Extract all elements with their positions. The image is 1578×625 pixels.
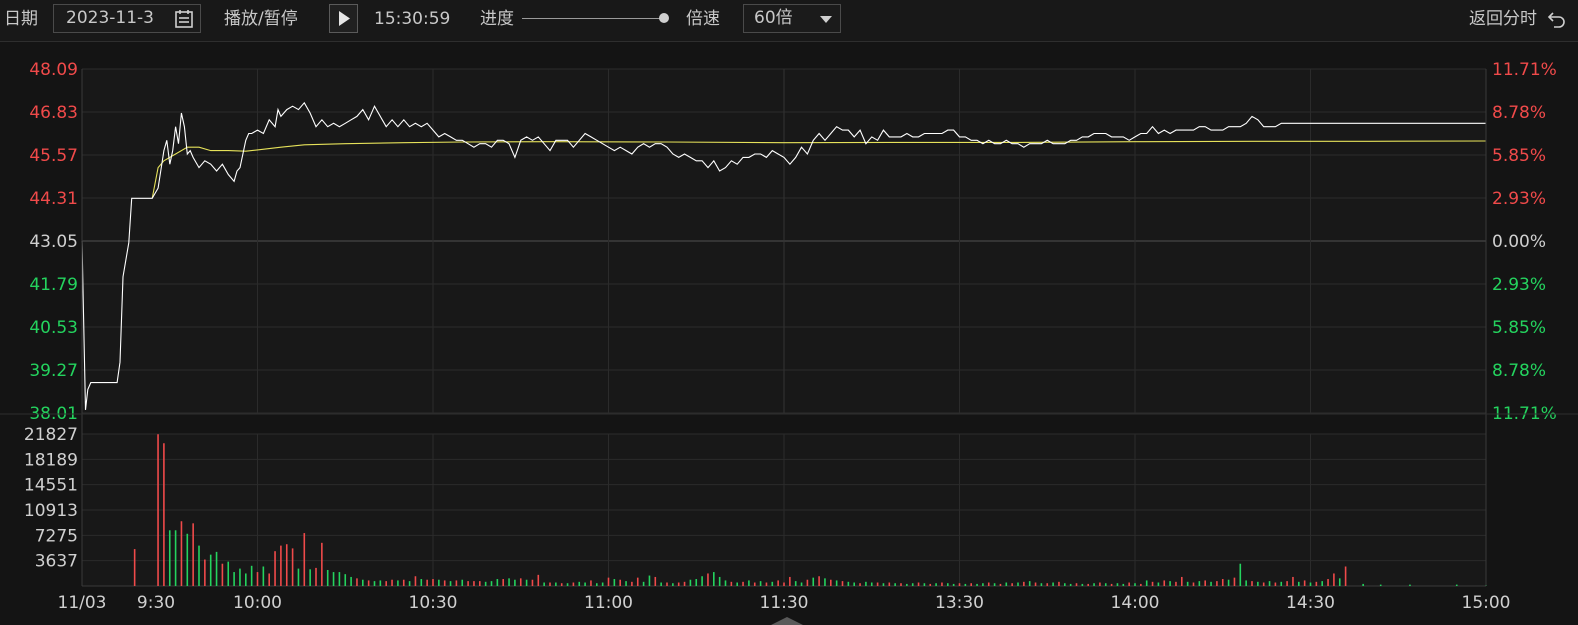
percent-tick-label: 8.78% xyxy=(1492,103,1546,123)
price-tick-label: 40.53 xyxy=(29,318,78,338)
time-axis-label: 14:00 xyxy=(1111,593,1160,613)
progress-slider-track[interactable] xyxy=(522,18,664,19)
volume-tick-label: 18189 xyxy=(24,450,78,470)
intraday-chart: 48.09 11.71% 46.83 8.78% 45.57 5.85% 44.31 2.93… xyxy=(0,60,1578,613)
time-axis-label: 11:30 xyxy=(760,593,809,613)
calendar-icon[interactable] xyxy=(174,9,194,29)
percent-tick-label: 8.78% xyxy=(1492,361,1546,381)
volume-tick-label: 14551 xyxy=(24,476,78,496)
percent-tick-label: 0.00% xyxy=(1492,232,1546,252)
progress-slider-handle[interactable] xyxy=(659,13,669,23)
price-tick-label: 48.09 xyxy=(29,60,78,80)
progress-label: 进度 xyxy=(480,9,514,29)
percent-tick-label: 5.85% xyxy=(1492,146,1546,166)
play-icon xyxy=(339,11,350,26)
time-axis-label: 9:30 xyxy=(137,593,175,613)
price-tick-label: 39.27 xyxy=(29,361,78,381)
time-axis-label: 10:30 xyxy=(409,593,458,613)
percent-tick-label: 2.93% xyxy=(1492,189,1546,209)
replay-toolbar: 日期 2023-11-3 播放/暂停 15:30:59 进度 倍速 60倍 返回… xyxy=(0,0,1578,42)
percent-tick-label: 2.93% xyxy=(1492,275,1546,295)
time-axis-label: 11:00 xyxy=(584,593,633,613)
price-tick-label: 41.79 xyxy=(29,275,78,295)
date-value: 2023-11-3 xyxy=(66,8,154,28)
price-tick-label: 45.57 xyxy=(29,146,78,166)
volume-tick-label: 21827 xyxy=(24,425,78,445)
time-axis-label: 11/03 xyxy=(58,593,107,613)
time-axis-label: 14:30 xyxy=(1286,593,1335,613)
percent-tick-label: 11.71% xyxy=(1492,60,1557,80)
speed-select[interactable]: 60倍 xyxy=(743,4,841,33)
play-pause-label: 播放/暂停 xyxy=(224,9,298,29)
date-picker[interactable]: 2023-11-3 xyxy=(53,4,201,33)
return-arrow-icon[interactable] xyxy=(1546,9,1568,29)
volume-tick-label: 7275 xyxy=(35,526,78,546)
time-axis-label: 10:00 xyxy=(233,593,282,613)
speed-label: 倍速 xyxy=(686,9,720,29)
replay-time: 15:30:59 xyxy=(374,9,451,29)
time-axis-label: 13:30 xyxy=(935,593,984,613)
back-to-timeshare-link[interactable]: 返回分时 xyxy=(1469,0,1537,38)
price-tick-label: 46.83 xyxy=(29,103,78,123)
percent-tick-label: 5.85% xyxy=(1492,318,1546,338)
panel-resize-handle[interactable] xyxy=(771,617,803,625)
volume-tick-label: 3637 xyxy=(35,552,78,572)
price-tick-label: 44.31 xyxy=(29,189,78,209)
chevron-down-icon xyxy=(820,16,832,23)
play-button[interactable] xyxy=(329,4,358,33)
time-axis-label: 15:00 xyxy=(1462,593,1511,613)
speed-value: 60倍 xyxy=(754,8,793,28)
date-label: 日期 xyxy=(4,9,38,29)
volume-tick-label: 10913 xyxy=(24,501,78,521)
price-tick-label: 43.05 xyxy=(29,232,78,252)
